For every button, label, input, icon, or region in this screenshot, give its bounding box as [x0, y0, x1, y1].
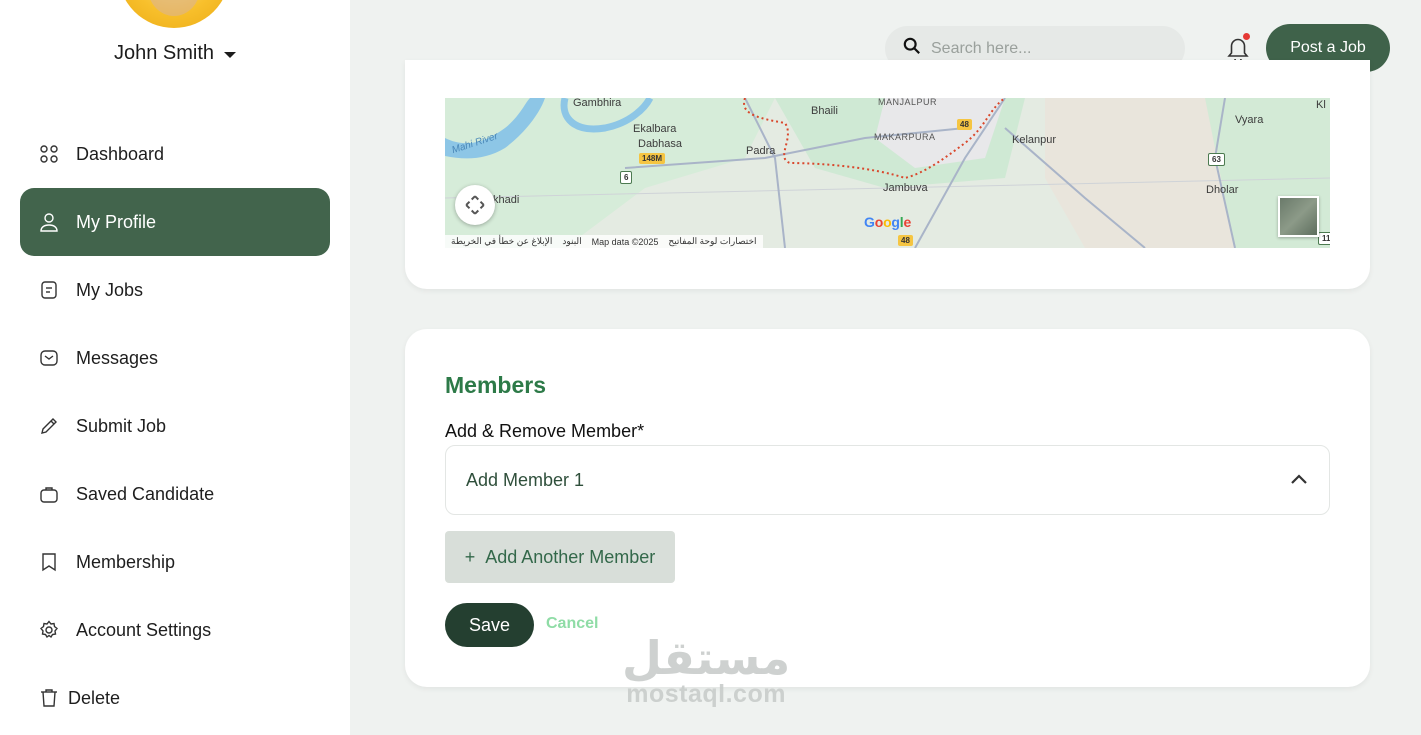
map-label: Dabhasa — [638, 138, 683, 150]
map-label: Dholar — [1206, 184, 1239, 196]
google-logo: Google — [864, 214, 912, 230]
chevron-down-icon — [224, 52, 237, 58]
user-icon — [38, 211, 60, 233]
map-label: MANJALPUR — [878, 98, 938, 107]
gear-icon — [38, 619, 60, 641]
watermark: مستقل mostaql.com — [622, 632, 790, 709]
sidebar-item-submit-job[interactable]: Submit Job — [20, 392, 330, 460]
add-another-member-button[interactable]: + Add Another Member — [445, 531, 675, 583]
move-arrows-icon — [465, 195, 485, 215]
dashboard-grid-icon — [38, 143, 60, 165]
save-button[interactable]: Save — [445, 603, 534, 647]
road-shield: 48 — [898, 235, 913, 246]
sidebar-item-label: Saved Candidate — [76, 483, 215, 504]
user-menu[interactable]: John Smith — [114, 42, 237, 65]
user-name: John Smith — [114, 42, 215, 64]
road-shield: 148M — [639, 153, 666, 164]
map-label: Jambuva — [883, 182, 928, 194]
sidebar-item-label: My Profile — [76, 211, 157, 232]
map-data-text: Map data ©2025 — [591, 236, 659, 247]
road-shield: 63 — [1208, 153, 1225, 166]
keyboard-shortcuts-link[interactable]: اختصارات لوحة المفاتيح — [668, 236, 756, 247]
map[interactable]: Gambhira Bhaili MANJALPUR MAKARPURA Kela… — [445, 98, 1330, 248]
add-remove-member-label: Add & Remove Member* — [445, 421, 645, 441]
map-label: khadi — [493, 194, 520, 206]
road-shield: 6 — [620, 171, 633, 184]
member-accordion[interactable]: Add Member 1 — [445, 445, 1330, 515]
map-label: Kl — [1316, 99, 1326, 111]
sidebar-item-membership[interactable]: Membership — [20, 528, 330, 596]
add-another-member-label: Add Another Member — [485, 546, 656, 567]
map-pan-control[interactable] — [455, 185, 495, 225]
sidebar-item-label: Messages — [76, 347, 159, 368]
search-input[interactable] — [931, 39, 1161, 58]
pencil-icon — [38, 415, 60, 437]
sidebar-item-label: Dashboard — [76, 143, 165, 164]
chevron-up-icon — [1291, 474, 1307, 484]
sidebar-item-my-jobs[interactable]: My Jobs — [20, 256, 330, 324]
watermark-arabic: مستقل — [622, 631, 791, 685]
terms-link[interactable]: البنود — [562, 236, 581, 247]
plus-icon: + — [464, 546, 476, 567]
document-icon — [38, 279, 60, 301]
sidebar-item-saved-candidate[interactable]: Saved Candidate — [20, 460, 330, 528]
report-map-error-link[interactable]: الإبلاغ عن خطأ في الخريطة — [451, 236, 552, 247]
trash-icon — [38, 687, 60, 709]
satellite-toggle-button[interactable] — [1278, 196, 1319, 237]
map-label: MAKARPURA — [874, 132, 936, 142]
road-shield: 11 — [1318, 232, 1330, 245]
sidebar: John Smith Dashboard My Profile My Jobs — [0, 0, 350, 735]
sidebar-item-delete[interactable]: Delete — [20, 664, 330, 732]
sidebar-item-my-profile[interactable]: My Profile — [20, 188, 330, 256]
sidebar-item-messages[interactable]: Messages — [20, 324, 330, 392]
cancel-button[interactable]: Cancel — [546, 615, 598, 633]
bookmark-icon — [38, 551, 60, 573]
watermark-latin: mostaql.com — [626, 680, 786, 708]
envelope-icon — [38, 347, 60, 369]
map-label: Gambhira — [573, 98, 622, 109]
avatar[interactable] — [118, 0, 230, 28]
sidebar-item-label: My Jobs — [76, 279, 144, 300]
sidebar-item-dashboard[interactable]: Dashboard — [20, 120, 330, 188]
map-label: Padra — [746, 145, 776, 157]
map-label: Vyara — [1235, 114, 1264, 126]
briefcase-icon — [38, 483, 60, 505]
notification-dot — [1243, 33, 1250, 40]
road-shield: 48 — [957, 119, 972, 130]
sidebar-item-account-settings[interactable]: Account Settings — [20, 596, 330, 664]
members-title: Members — [445, 372, 546, 398]
map-label: Kelanpur — [1012, 134, 1057, 146]
sidebar-item-label: Membership — [76, 551, 176, 572]
map-label: Ekalbara — [633, 123, 677, 135]
search-icon — [903, 37, 921, 60]
map-label: Bhaili — [811, 105, 838, 117]
accordion-label: Add Member 1 — [466, 469, 585, 490]
sidebar-item-label: Delete — [68, 687, 121, 708]
map-attribution: الإبلاغ عن خطأ في الخريطة البنود Map dat… — [445, 235, 763, 248]
sidebar-item-label: Account Settings — [76, 619, 212, 640]
sidebar-item-label: Submit Job — [76, 415, 167, 436]
